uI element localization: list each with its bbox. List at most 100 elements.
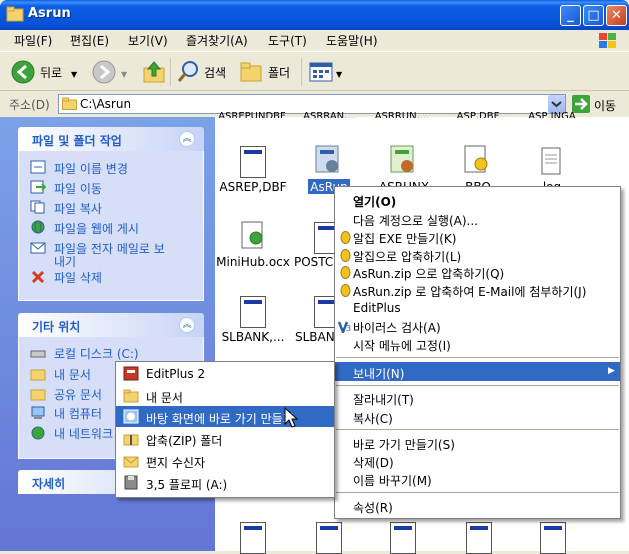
task-publish-web[interactable]: 파일을 웹에 게시 [54, 220, 139, 237]
ctx-open[interactable]: 열기(O) [353, 193, 396, 210]
alzip-icon [340, 231, 351, 244]
submenu-arrow-icon: ▶ [608, 366, 615, 376]
file-icon[interactable] [466, 522, 492, 554]
move-icon [30, 180, 47, 194]
file-label[interactable]: ASREPUNDBF [212, 111, 292, 118]
task-email-cont[interactable]: 내기 [54, 253, 76, 270]
file-label[interactable]: SLBANK,... [213, 330, 293, 344]
up-folder-icon[interactable] [141, 59, 167, 85]
ctx-rename[interactable]: 이름 바꾸기(M) [353, 472, 432, 489]
copy-icon [30, 200, 46, 214]
ctx-editplus[interactable]: EditPlus [353, 301, 401, 315]
task-delete[interactable]: 파일 삭제 [54, 269, 102, 286]
folder-icon [123, 388, 139, 403]
file-label[interactable]: ASP,DBF [438, 111, 518, 118]
forward-arrow-icon[interactable] [92, 60, 116, 84]
place-shared-documents[interactable]: 공유 문서 [54, 386, 102, 403]
folder-icon [30, 387, 46, 401]
file-icon[interactable] [240, 296, 266, 328]
ctx-virus-scan[interactable]: 바이러스 검사(A) [353, 319, 441, 336]
ctx-send-to[interactable]: 보내기(N) [353, 365, 404, 382]
ctx-delete[interactable]: 삭제(D) [353, 454, 394, 471]
ctx-copy[interactable]: 복사(C) [353, 410, 393, 427]
text-file-icon[interactable] [540, 146, 564, 178]
menu-favorites[interactable]: 즐겨찾기(A) [186, 32, 248, 49]
editplus-icon [123, 366, 139, 381]
zip-folder-icon [123, 431, 139, 446]
sub-editplus[interactable]: EditPlus 2 [146, 367, 205, 381]
maximize-button[interactable]: □ [583, 5, 604, 26]
file-label[interactable]: SLBAN [290, 330, 340, 344]
ctx-alzip-exe[interactable]: 알집 EXE 만들기(K) [353, 230, 456, 247]
place-my-network[interactable]: 내 네트워크 [54, 425, 113, 442]
file-label[interactable]: ASP,INGA [512, 111, 592, 118]
ctx-properties[interactable]: 속성(R) [353, 499, 393, 516]
sub-zip-folder[interactable]: 압축(ZIP) 폴더 [146, 432, 222, 449]
ctx-run-as[interactable]: 다음 계정으로 실행(A)... [353, 212, 478, 229]
close-button[interactable]: ✕ [606, 5, 627, 26]
search-icon[interactable] [176, 60, 200, 84]
place-my-documents[interactable]: 내 문서 [54, 366, 91, 383]
sub-my-documents[interactable]: 내 문서 [146, 389, 183, 406]
task-copy[interactable]: 파일 복사 [54, 200, 102, 217]
back-button[interactable]: 뒤로 [40, 64, 62, 81]
menu-file[interactable]: 파일(F) [14, 32, 52, 49]
ctx-zip-email[interactable]: AsRun.zip 로 압축하여 E-Mail에 첨부하기(J) [353, 283, 586, 300]
task-rename[interactable]: 파일 이름 변경 [54, 160, 128, 177]
file-label[interactable]: ASRRUN,... [362, 111, 442, 118]
forward-dropdown-icon[interactable]: ▼ [121, 70, 127, 79]
alzip-icon [340, 249, 351, 262]
folder-icon [62, 97, 77, 110]
desktop-shortcut-icon [123, 409, 139, 424]
config-file-icon[interactable] [462, 144, 492, 178]
panel-title-places: 기타 위치 [32, 320, 81, 334]
mouse-cursor-icon [284, 406, 300, 429]
file-label[interactable]: POSTC [290, 255, 339, 269]
windows-logo-icon [597, 31, 619, 50]
menu-help[interactable]: 도움말(H) [326, 32, 378, 49]
ctx-zip-as[interactable]: AsRun.zip 으로 압축하기(Q) [353, 265, 504, 282]
task-move[interactable]: 파일 이동 [54, 180, 102, 197]
file-label[interactable]: ASREP,DBF [213, 180, 293, 194]
window-title: Asrun [28, 6, 71, 21]
folder-icon [30, 367, 46, 381]
place-my-computer[interactable]: 내 컴퓨터 [54, 405, 102, 422]
views-dropdown-icon[interactable]: ▼ [336, 70, 342, 79]
app-file-icon[interactable] [389, 144, 419, 178]
alzip-icon [340, 284, 351, 297]
chevron-up-icon[interactable]: ︽ [179, 317, 195, 333]
title-bar[interactable] [0, 0, 629, 30]
go-button[interactable]: 이동 [594, 97, 616, 114]
place-local-disk[interactable]: 로컬 디스크 (C:) [54, 345, 139, 362]
file-label[interactable]: ASRRAN,... [290, 111, 370, 118]
search-button[interactable]: 검색 [204, 64, 226, 81]
sub-mail-recipient[interactable]: 편지 수신자 [146, 454, 205, 471]
file-icon[interactable] [240, 522, 266, 554]
file-label[interactable]: MiniHub.ocx [213, 255, 293, 269]
chevron-up-icon[interactable]: ︽ [179, 131, 195, 147]
ocx-file-icon[interactable] [240, 220, 268, 252]
ctx-alzip-compress[interactable]: 알집으로 압축하기(L) [353, 248, 461, 265]
file-icon[interactable] [316, 522, 342, 554]
app-file-icon[interactable] [314, 144, 344, 178]
back-dropdown-icon[interactable]: ▼ [71, 70, 77, 79]
back-arrow-icon[interactable] [11, 60, 35, 84]
rename-icon [30, 160, 46, 174]
folders-icon[interactable] [239, 60, 265, 84]
menu-view[interactable]: 보기(V) [128, 32, 168, 49]
ctx-pin-start[interactable]: 시작 메뉴에 고정(I) [353, 337, 451, 354]
sub-floppy[interactable]: 3,5 플로피 (A:) [146, 476, 227, 493]
globe-icon [30, 220, 46, 234]
dbf-file-icon[interactable] [240, 146, 266, 178]
ctx-cut[interactable]: 잘라내기(T) [353, 391, 414, 408]
menu-tools[interactable]: 도구(T) [268, 32, 307, 49]
menu-edit[interactable]: 편집(E) [70, 32, 109, 49]
ctx-create-shortcut[interactable]: 바로 가기 만들기(S) [353, 436, 455, 453]
minimize-button[interactable]: _ [560, 5, 581, 26]
file-icon[interactable] [390, 522, 416, 554]
sub-desktop-shortcut[interactable]: 바탕 화면에 바로 가기 만들기 [146, 410, 294, 427]
views-icon[interactable] [309, 61, 333, 83]
file-icon[interactable] [540, 522, 566, 554]
panel-title-tasks: 파일 및 폴더 작업 [32, 134, 122, 148]
folders-button[interactable]: 폴더 [268, 64, 290, 81]
